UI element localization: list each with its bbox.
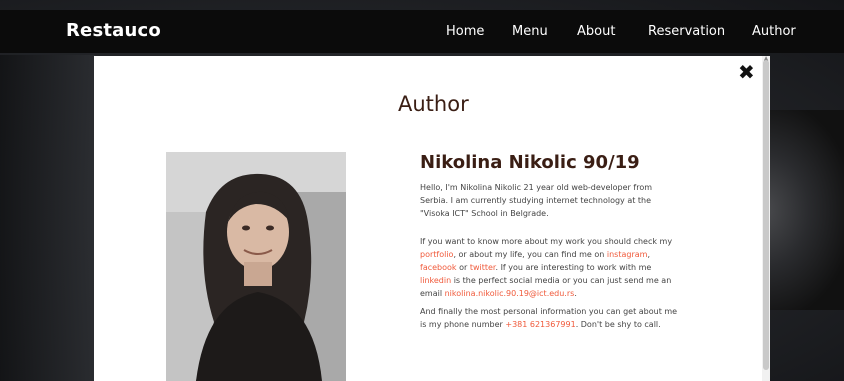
text-segment: . Don't be shy to call.	[575, 320, 661, 329]
text-segment: , or about my life, you can find me on	[453, 250, 607, 259]
brand-logo[interactable]: Restauco	[66, 20, 161, 41]
background-left-shadow	[0, 55, 95, 381]
modal-scrollbar[interactable]: ▲	[762, 56, 770, 381]
nav-item-author[interactable]: Author	[752, 24, 796, 39]
twitter-link[interactable]: twitter	[470, 263, 496, 272]
author-photo	[166, 152, 346, 381]
modal-title: Author	[398, 92, 469, 116]
text-segment: If you want to know more about my work y…	[420, 237, 673, 246]
email-link[interactable]: nikolina.nikolic.90.19@ict.edu.rs	[445, 289, 575, 298]
linkedin-link[interactable]: linkedin	[420, 276, 451, 285]
nav-item-menu[interactable]: Menu	[512, 24, 548, 39]
instagram-link[interactable]: instagram	[607, 250, 648, 259]
phone-link[interactable]: +381 621367991	[505, 320, 575, 329]
close-icon[interactable]: ✖	[738, 62, 755, 82]
text-segment: or	[456, 263, 470, 272]
author-contact-paragraph: And finally the most personal informatio…	[420, 305, 682, 331]
portfolio-link[interactable]: portfolio	[420, 250, 453, 259]
scroll-thumb[interactable]	[763, 60, 769, 370]
nav-item-reservation[interactable]: Reservation	[648, 24, 725, 39]
text-segment: .	[574, 289, 577, 298]
facebook-link[interactable]: facebook	[420, 263, 457, 272]
author-links-paragraph: If you want to know more about my work y…	[420, 235, 682, 300]
nav-item-home[interactable]: Home	[446, 24, 484, 39]
nav-item-about[interactable]: About	[577, 24, 615, 39]
author-bio-paragraph: Hello, I'm Nikolina Nikolic 21 year old …	[420, 183, 653, 218]
navbar: Restauco Home Menu About Reservation Aut…	[0, 10, 844, 53]
text-segment: . If you are interesting to work with me	[495, 263, 652, 272]
author-name: Nikolina Nikolic 90/19	[420, 152, 640, 173]
text-segment: ,	[647, 250, 650, 259]
